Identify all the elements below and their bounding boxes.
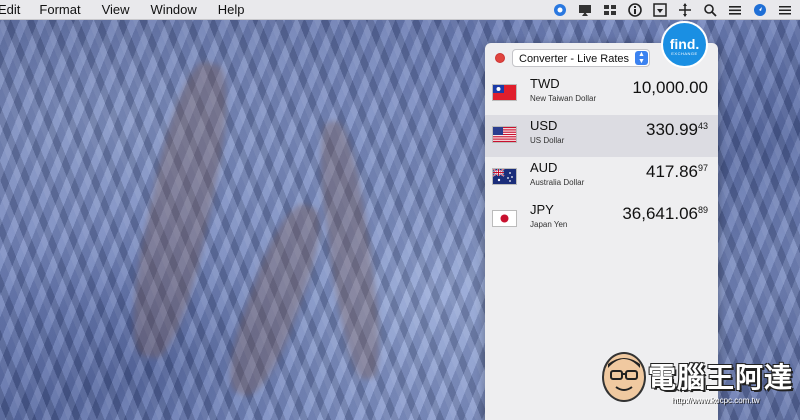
currency-amount[interactable]: 330.9943 xyxy=(646,120,708,140)
search-icon[interactable] xyxy=(703,3,717,17)
currency-amount[interactable]: 10,000.00 xyxy=(632,78,708,98)
tw-flag-icon xyxy=(492,84,517,101)
watermark-text: 電腦王阿達 xyxy=(648,361,794,394)
watermark-url: http://www.kocpc.com.tw xyxy=(672,396,760,405)
currency-amount[interactable]: 417.8697 xyxy=(646,162,708,182)
close-button[interactable] xyxy=(495,53,505,63)
logo-text: find. xyxy=(669,36,700,52)
currency-code: JPY xyxy=(530,202,554,217)
menu-format[interactable]: Format xyxy=(39,2,80,17)
currency-code: USD xyxy=(530,118,558,133)
menu-icon[interactable] xyxy=(778,3,792,17)
mode-selector[interactable]: Converter - Live Rates ▲ ▼ xyxy=(512,49,650,67)
mascot-face-icon xyxy=(602,352,646,402)
currency-code: TWD xyxy=(530,76,560,91)
cast-icon[interactable] xyxy=(578,3,592,17)
jp-flag-icon xyxy=(492,210,517,227)
currency-list: TWD New Taiwan Dollar 10,000.00 USD US D… xyxy=(485,73,718,241)
currency-row-usd[interactable]: USD US Dollar 330.9943 xyxy=(485,115,718,157)
move-icon[interactable] xyxy=(678,3,692,17)
currency-name: Australia Dollar xyxy=(530,178,585,187)
currency-row-aud[interactable]: AUD Australia Dollar 417.8697 xyxy=(485,157,718,199)
currency-name: New Taiwan Dollar xyxy=(530,94,597,103)
find-exchange-logo: find. EXCHANGE xyxy=(661,21,708,68)
menu-view[interactable]: View xyxy=(102,2,130,17)
menu-bar: Edit Format View Window Help xyxy=(0,0,800,20)
au-flag-icon xyxy=(492,168,517,185)
site-watermark: 電腦王阿達 http://www.kocpc.com.tw xyxy=(600,350,800,420)
menu-help[interactable]: Help xyxy=(218,2,245,17)
target-icon[interactable] xyxy=(553,3,567,17)
grid-icon[interactable] xyxy=(603,3,617,17)
currency-row-jpy[interactable]: JPY Japan Yen 36,641.0689 xyxy=(485,199,718,241)
mode-selector-label: Converter - Live Rates xyxy=(519,53,630,65)
currency-code: AUD xyxy=(530,160,558,175)
currency-amount[interactable]: 36,641.0689 xyxy=(622,204,708,224)
download-icon[interactable] xyxy=(653,3,667,17)
menu-window[interactable]: Window xyxy=(151,2,197,17)
menu-extras xyxy=(553,0,792,20)
us-flag-icon xyxy=(492,126,517,143)
menu-edit[interactable]: Edit xyxy=(0,2,20,17)
currency-name: Japan Yen xyxy=(530,220,568,229)
currency-name: US Dollar xyxy=(530,136,565,145)
compass-icon[interactable] xyxy=(753,3,767,17)
currency-row-twd[interactable]: TWD New Taiwan Dollar 10,000.00 xyxy=(485,73,718,115)
list-icon[interactable] xyxy=(728,3,742,17)
info-icon[interactable] xyxy=(628,3,642,17)
chevron-updown-icon: ▲ ▼ xyxy=(635,51,648,65)
